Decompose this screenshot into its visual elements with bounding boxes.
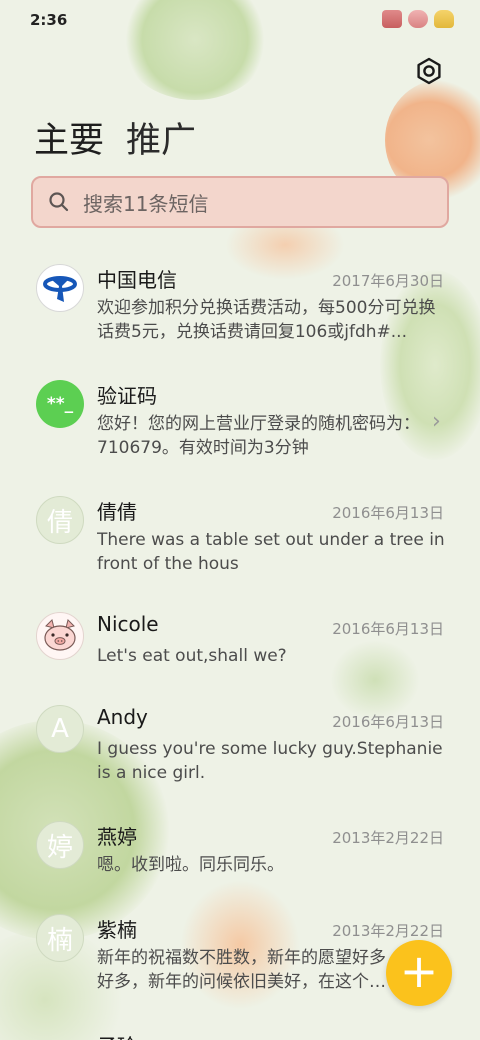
status-time: 2:36 [30, 11, 68, 29]
avatar-text: 倩 [46, 507, 73, 538]
avatar: 婷 [36, 821, 84, 869]
avatar-text: 楠 [46, 925, 73, 956]
conversation-item[interactable]: Nicole 2016年6月13日 Let's eat out,shall we… [0, 602, 480, 702]
message-preview: 嗯。收到啦。同乐同乐。 [97, 855, 284, 875]
tab-primary[interactable]: 主要 [34, 112, 104, 163]
message-date: 2013年2月22日 [332, 829, 444, 847]
contact-name: Nicole [97, 612, 159, 636]
china-telecom-avatar [36, 264, 84, 312]
message-preview: There was a table set out under a tree i… [97, 530, 445, 574]
chevron-right-icon: › [432, 409, 441, 434]
conversation-item[interactable]: 婷 燕婷 2013年2月22日 嗯。收到啦。同乐同乐。 [0, 811, 480, 911]
contact-name: 紫楠 [97, 918, 137, 942]
message-preview: 新年的祝福数不胜数，新年的愿望好多好多，新年的问候依旧美好，在这个温馨的时刻 [97, 948, 386, 992]
avatar-text: **_ [46, 394, 74, 414]
message-date: 2016年6月13日 [332, 713, 444, 731]
contact-name: 子玲 [97, 1030, 137, 1040]
avatar-text: A [51, 714, 69, 744]
contact-name: 验证码 [97, 384, 157, 408]
tab-promotions[interactable]: 推广 [126, 112, 196, 163]
avatar: 倩 [36, 496, 84, 544]
message-preview: 欢迎参加积分兑换话费活动，每500分可兑换话费5元，兑换话费请回复106或jfd… [97, 298, 436, 342]
search-bar[interactable]: 搜索11条短信 [31, 176, 449, 228]
contact-name: 中国电信 [97, 268, 177, 292]
status-icons [382, 10, 454, 28]
avatar-text: 婷 [46, 832, 73, 863]
telecom-logo-icon [40, 268, 80, 308]
conversation-item[interactable]: 中国电信 2017年6月30日 欢迎参加积分兑换话费活动，每500分可兑换话费5… [0, 254, 480, 354]
notification-icon [408, 10, 428, 28]
status-bar: 2:36 [0, 0, 480, 40]
message-date: 2013年2月22日 [332, 922, 444, 940]
message-date: 2017年6月30日 [332, 272, 444, 290]
search-icon [49, 192, 69, 212]
tab-bar: 主要 推广 [34, 112, 196, 163]
plus-icon: + [399, 944, 439, 998]
verification-code-avatar: **_ [36, 380, 84, 428]
pig-avatar [36, 612, 84, 660]
settings-icon[interactable] [414, 56, 444, 86]
contact-name: Andy [97, 705, 148, 729]
avatar: 楠 [36, 914, 84, 962]
compose-button[interactable]: + [386, 940, 452, 1006]
message-preview: 您好！您的网上营业厅登录的随机密码为：710679。有效时间为3分钟 [97, 414, 420, 458]
search-input[interactable]: 搜索11条短信 [83, 188, 208, 217]
message-date: 2016年6月13日 [332, 620, 444, 638]
conversation-item[interactable]: 子玲 [0, 1020, 480, 1040]
contact-name: 燕婷 [97, 825, 137, 849]
avatar: A [36, 705, 84, 753]
duck-icon [434, 10, 454, 28]
conversation-item[interactable]: A Andy 2016年6月13日 I guess you're some lu… [0, 695, 480, 795]
pig-face-icon [44, 619, 76, 651]
notification-icon [382, 10, 402, 28]
conversation-item[interactable]: 倩 倩倩 2016年6月13日 There was a table set ou… [0, 486, 480, 586]
conversation-item[interactable]: **_ 验证码 您好！您的网上营业厅登录的随机密码为：710679。有效时间为3… [0, 370, 480, 470]
message-preview: I guess you're some lucky guy.Stephanie … [97, 739, 443, 783]
message-preview: Let's eat out,shall we? [97, 646, 287, 666]
contact-name: 倩倩 [97, 500, 137, 524]
message-date: 2016年6月13日 [332, 504, 444, 522]
